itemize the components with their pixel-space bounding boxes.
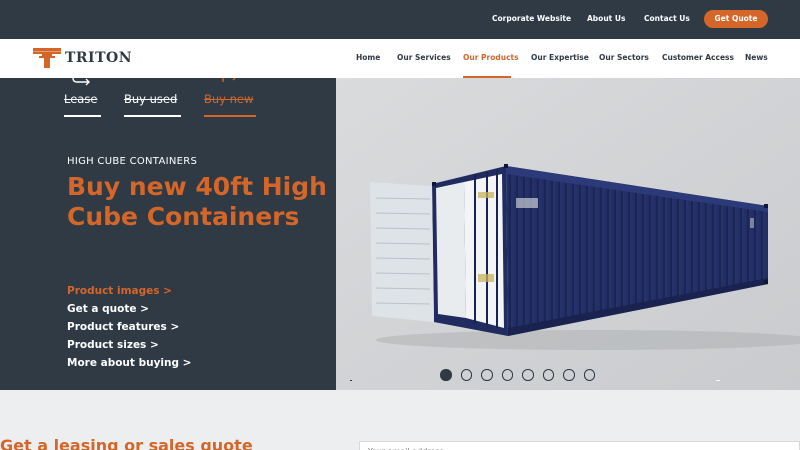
main-navigation: TRITON Home Our Services Our Products Ou… <box>0 39 800 78</box>
carousel-dot[interactable] <box>583 369 595 381</box>
nav-home[interactable]: Home <box>356 53 380 62</box>
quote-section-heading: Get a leasing or sales quote <box>0 436 253 450</box>
nav-our-products[interactable]: Our Products <box>463 53 519 62</box>
hero-image-panel <box>336 78 800 390</box>
carousel-dot[interactable] <box>501 369 513 381</box>
get-quote-button[interactable]: Get Quote <box>704 10 768 28</box>
hero-title: Buy new 40ft High Cube Containers <box>67 172 327 231</box>
carousel-dot[interactable] <box>440 369 452 381</box>
contact-us-link[interactable]: Contact Us <box>644 14 690 23</box>
shipping-container-image <box>336 78 800 390</box>
hero-eyebrow: HIGH CUBE CONTAINERS <box>67 156 198 167</box>
nav-our-services[interactable]: Our Services <box>397 53 451 62</box>
triton-logo[interactable]: TRITON <box>32 47 132 69</box>
product-sizes-link[interactable]: Product sizes > <box>67 339 159 351</box>
corporate-website-link[interactable]: Corporate Website <box>492 14 571 23</box>
carousel-dot[interactable] <box>481 369 493 381</box>
mode-tab-buy-used-label: Buy used <box>124 92 178 106</box>
utility-bar: Corporate Website About Us Contact Us Ge… <box>0 0 800 39</box>
hero-panel: Lease Buy used Buy new HIGH CUBE CONTAIN… <box>0 78 336 390</box>
lease-icon <box>72 78 90 86</box>
carousel-dots <box>440 369 595 381</box>
product-features-link[interactable]: Product features > <box>67 321 179 333</box>
buy-used-icon <box>143 78 163 90</box>
nav-news[interactable]: News <box>745 53 768 62</box>
buy-new-icon <box>222 78 236 82</box>
triton-logo-mark-icon <box>33 48 61 68</box>
email-field[interactable] <box>359 441 800 450</box>
mode-tab-buy-new-label: Buy new <box>204 92 254 106</box>
product-images-link[interactable]: Product images > <box>67 285 172 297</box>
get-a-quote-link[interactable]: Get a quote > <box>67 303 149 315</box>
carousel-dot[interactable] <box>460 369 472 381</box>
more-about-buying-link[interactable]: More about buying > <box>67 357 191 369</box>
nav-customer-access[interactable]: Customer Access <box>662 53 734 62</box>
carousel-dot[interactable] <box>542 369 554 381</box>
mode-tab-lease-underline <box>64 115 101 117</box>
mode-tab-buy-new-underline <box>204 115 256 117</box>
mode-tab-buy-used-underline <box>124 115 181 117</box>
nav-our-sectors[interactable]: Our Sectors <box>599 53 649 62</box>
logo-wordmark: TRITON <box>65 50 133 66</box>
about-us-link[interactable]: About Us <box>587 14 625 23</box>
nav-our-expertise[interactable]: Our Expertise <box>531 53 589 62</box>
carousel-dot[interactable] <box>563 369 575 381</box>
carousel-dot[interactable] <box>522 369 534 381</box>
mode-tab-lease-label: Lease <box>64 92 98 106</box>
